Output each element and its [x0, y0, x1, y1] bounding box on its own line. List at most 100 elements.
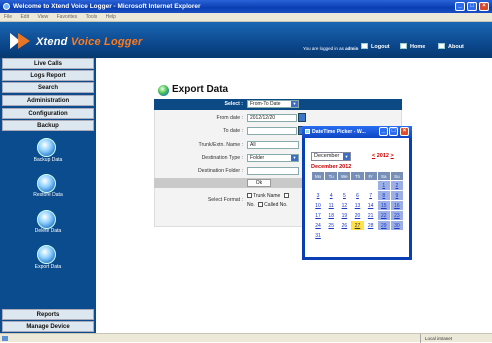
calendar-day-cell[interactable]: 26	[338, 221, 351, 230]
sidebar-item-manage-device[interactable]: Manage Device	[2, 321, 94, 332]
calendar-week-row: 12	[312, 181, 403, 190]
trunk-input[interactable]: All	[247, 141, 299, 149]
calendar-empty-cell	[351, 231, 364, 240]
export-data-icon[interactable]	[37, 245, 56, 264]
calendar-day-cell[interactable]: 28	[364, 221, 377, 230]
calendar-day-cell[interactable]: 21	[364, 211, 377, 220]
menu-edit[interactable]: Edit	[20, 14, 29, 20]
called-no-checkbox[interactable]	[258, 202, 264, 207]
to-date-input[interactable]	[247, 127, 297, 135]
minimize-icon[interactable]: _	[455, 2, 465, 11]
menu-view[interactable]: View	[37, 14, 48, 20]
sidebar-item-reports[interactable]: Reports	[2, 309, 94, 320]
home-icon	[400, 43, 407, 49]
trunk-name-checkbox[interactable]	[247, 193, 252, 198]
calendar-day-header: Fr	[364, 172, 377, 180]
close-icon[interactable]: ×	[400, 127, 409, 136]
backup-data-label[interactable]: Backup Data	[0, 157, 96, 163]
calendar-day-cell[interactable]: 8	[377, 191, 390, 200]
about-button[interactable]: About	[438, 43, 464, 52]
logout-icon	[361, 43, 368, 49]
calendar-day-cell[interactable]: 6	[351, 191, 364, 200]
destination-type-select[interactable]: Folder ▼	[247, 154, 299, 162]
calendar-empty-cell	[390, 231, 403, 240]
chevron-down-icon: ▼	[343, 153, 350, 160]
calendar-day-cell[interactable]: 2	[390, 181, 403, 190]
from-date-input[interactable]: 2012/12/20	[247, 114, 297, 122]
restore-data-icon[interactable]	[37, 174, 56, 193]
destination-folder-input[interactable]	[247, 167, 299, 175]
trunk-label: Trunk/Extn. Name :	[198, 142, 244, 148]
calendar-day-cell[interactable]: 25	[325, 221, 338, 230]
delete-data-icon[interactable]	[37, 210, 56, 229]
logo-word-voice-logger: Voice Logger	[70, 36, 143, 48]
close-icon[interactable]: ×	[479, 2, 489, 11]
picker-title: DateTime Picker - W...	[312, 129, 366, 135]
year-label: 2012	[376, 153, 389, 159]
sidebar-item-administration[interactable]: Administration	[2, 95, 94, 106]
sidebar-item-search[interactable]: Search	[2, 82, 94, 93]
backup-data-icon[interactable]	[37, 138, 56, 157]
maximize-icon[interactable]: □	[389, 127, 398, 136]
calendar-day-cell[interactable]: 15	[377, 201, 390, 210]
sidebar-item-live-calls[interactable]: Live Calls	[2, 58, 94, 69]
sidebar-item-configuration[interactable]: Configuration	[2, 108, 94, 119]
calendar-day-cell[interactable]: 4	[325, 191, 338, 200]
home-button[interactable]: Home	[400, 43, 425, 52]
calendar-empty-cell	[364, 231, 377, 240]
calendar-day-cell[interactable]: 7	[364, 191, 377, 200]
menu-favorites[interactable]: Favorites	[57, 14, 78, 20]
page-title: Export Data	[172, 84, 229, 95]
year-nav: < 2012 >	[372, 153, 394, 159]
calendar-week-row: 17 18 19 20 21 22 23	[312, 211, 403, 220]
logout-button[interactable]: Logout	[361, 43, 390, 52]
calendar-empty-cell	[312, 181, 325, 190]
menu-tools[interactable]: Tools	[86, 14, 98, 20]
chevron-down-icon: ▼	[291, 155, 298, 161]
calendar-day-cell[interactable]: 30	[390, 221, 403, 230]
calendar-day-cell[interactable]: 14	[364, 201, 377, 210]
calendar-day-cell[interactable]: 3	[312, 191, 325, 200]
restore-data-label[interactable]: Restore Data	[0, 192, 96, 198]
month-select[interactable]: December ▼	[311, 152, 351, 161]
calendar-day-cell[interactable]: 11	[325, 201, 338, 210]
calendar-day-cell[interactable]: 10	[312, 201, 325, 210]
picker-app-icon	[305, 129, 310, 134]
prev-year-button[interactable]: <	[372, 153, 375, 159]
calendar-day-cell[interactable]: 18	[325, 211, 338, 220]
calendar-day-cell[interactable]: 24	[312, 221, 325, 230]
maximize-icon[interactable]: □	[467, 2, 477, 11]
number-checkbox[interactable]	[283, 193, 289, 198]
calendar-day-cell[interactable]: 12	[338, 201, 351, 210]
calendar-week-row: 10 11 12 13 14 15 16	[312, 201, 403, 210]
login-status: You are logged in as admin	[303, 46, 358, 51]
calendar-day-cell[interactable]: 13	[351, 201, 364, 210]
calendar-day-cell[interactable]: 9	[390, 191, 403, 200]
export-data-label[interactable]: Export Data	[0, 264, 96, 270]
calendar-icon[interactable]	[298, 113, 306, 122]
calendar-day-cell[interactable]: 16	[390, 201, 403, 210]
calendar-day-cell[interactable]: 19	[338, 211, 351, 220]
minimize-icon[interactable]: _	[379, 127, 388, 136]
delete-data-label[interactable]: Delete Data	[0, 228, 96, 234]
calendar-day-cell[interactable]: 22	[377, 211, 390, 220]
menu-help[interactable]: Help	[106, 14, 116, 20]
select-dropdown[interactable]: From-To Date ▼	[247, 100, 299, 108]
destination-type-label: Destination Type :	[201, 155, 243, 161]
number-label: No.	[247, 202, 255, 208]
menu-file[interactable]: File	[4, 14, 12, 20]
next-year-button[interactable]: >	[391, 153, 394, 159]
calendar-day-cell[interactable]: 20	[351, 211, 364, 220]
sidebar-item-logs-report[interactable]: Logs Report	[2, 70, 94, 81]
calendar-day-header: Mo	[312, 172, 325, 180]
sidebar-item-backup[interactable]: Backup	[2, 120, 94, 131]
calendar-day-cell[interactable]: 31	[312, 231, 325, 240]
calendar-day-cell[interactable]: 5	[338, 191, 351, 200]
calendar-day-cell[interactable]: 29	[377, 221, 390, 230]
calendar-day-cell[interactable]: 23	[390, 211, 403, 220]
calendar-day-cell[interactable]: 1	[377, 181, 390, 190]
calendar-day-cell[interactable]: 17	[312, 211, 325, 220]
calendar-empty-cell	[338, 231, 351, 240]
ok-button[interactable]: Ok	[247, 179, 271, 187]
calendar-day-cell[interactable]: 27	[351, 221, 364, 230]
